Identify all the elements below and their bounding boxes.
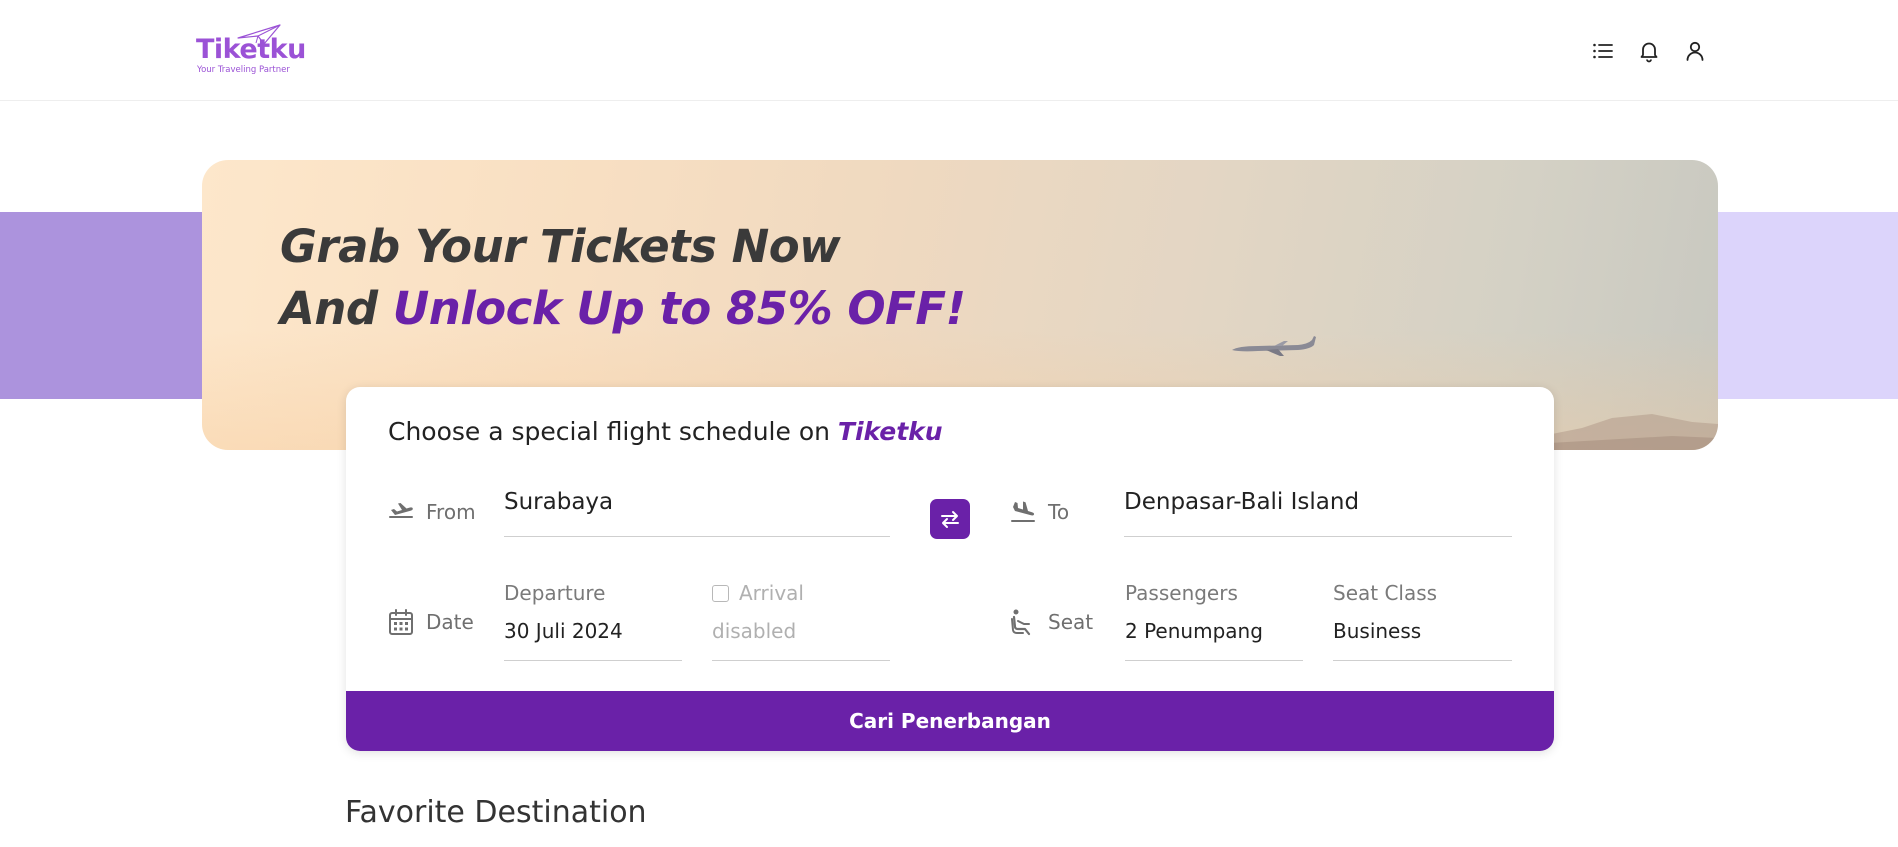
search-flights-button[interactable]: Cari Penerbangan [346, 691, 1554, 751]
flight-search-card: Choose a special flight schedule on Tike… [346, 387, 1554, 751]
calendar-icon [389, 609, 413, 635]
search-card-title-prefix: Choose a special flight schedule on [388, 417, 838, 446]
plane-takeoff-icon [389, 503, 413, 518]
favorite-destination-title: Favorite Destination [345, 795, 647, 830]
date-label-group: Date [388, 608, 474, 636]
swap-arrows-icon [941, 511, 959, 528]
hero-band-left [0, 212, 210, 399]
hero-band-right [1700, 212, 1898, 399]
arrival-label: Arrival [739, 581, 804, 605]
seat-icon [1011, 609, 1031, 636]
departure-value: 30 Juli 2024 [504, 619, 623, 643]
to-label: To [1048, 500, 1070, 524]
seat-class-label: Seat Class [1333, 581, 1438, 605]
airplane-illustration [1232, 336, 1316, 356]
tiketku-logo[interactable]: Tiketku Your Traveling Partner [196, 24, 306, 76]
arrival-field: Arrival disabled [712, 581, 890, 661]
from-label: From [426, 500, 476, 524]
departure-field[interactable]: Departure 30 Juli 2024 [504, 581, 682, 661]
seat-label-group: Seat [1010, 608, 1093, 636]
seat-class-value: Business [1333, 619, 1422, 643]
hero-line-2: And Unlock Up to 85% OFF! [280, 278, 966, 340]
bell-icon[interactable] [1636, 38, 1662, 64]
logo-text: Tiketku [196, 34, 306, 65]
seat-label: Seat [1048, 610, 1094, 634]
hero-line-2-prefix: And [280, 282, 393, 335]
user-icon[interactable] [1682, 38, 1708, 64]
list-icon[interactable] [1590, 38, 1616, 64]
plane-landing-icon [1011, 501, 1035, 522]
hero-line-2-accent: Unlock Up to 85% OFF! [392, 282, 966, 335]
from-value: Surabaya [504, 489, 614, 515]
header-actions [1590, 38, 1708, 64]
passengers-field[interactable]: Passengers 2 Penumpang [1125, 581, 1303, 661]
swap-cities-button[interactable] [930, 499, 970, 539]
arrival-checkbox[interactable] [712, 584, 729, 602]
departure-label: Departure [504, 581, 606, 605]
hero-headline: Grab Your Tickets Now And Unlock Up to 8… [280, 216, 966, 340]
from-label-group: From [388, 499, 476, 525]
date-label: Date [426, 610, 474, 634]
search-card-title: Choose a special flight schedule on Tike… [388, 417, 943, 446]
arrival-label-group: Arrival [712, 581, 890, 605]
from-field[interactable]: Surabaya [504, 489, 890, 537]
logo-tagline: Your Traveling Partner [197, 65, 290, 75]
seat-class-field[interactable]: Seat Class Business [1333, 581, 1512, 661]
top-navbar: Tiketku Your Traveling Partner [0, 0, 1898, 101]
to-value: Denpasar-Bali Island [1124, 489, 1360, 515]
arrival-value: disabled [712, 619, 797, 643]
to-label-group: To [1010, 499, 1069, 525]
passengers-value: 2 Penumpang [1125, 619, 1263, 643]
search-card-title-brand: Tiketku [837, 417, 943, 446]
passengers-label: Passengers [1125, 581, 1238, 605]
to-field[interactable]: Denpasar-Bali Island [1124, 489, 1512, 537]
hero-line-1: Grab Your Tickets Now [280, 220, 841, 273]
